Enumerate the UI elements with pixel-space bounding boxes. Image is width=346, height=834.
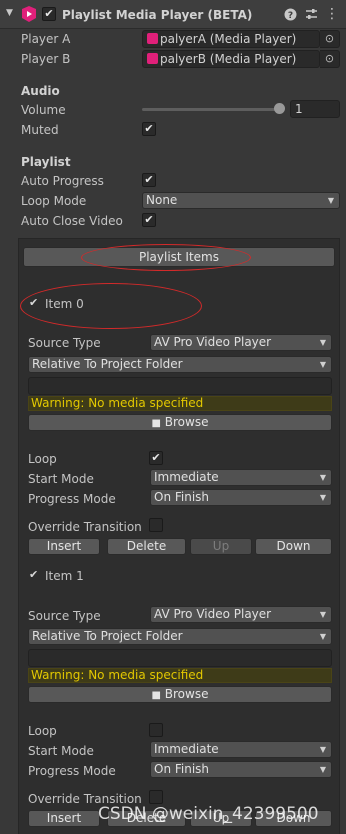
object-picker-icon[interactable]: ⊙ [320,50,340,68]
loop-mode-value: None [146,193,178,207]
item-0-browse-button[interactable]: ■ Browse [28,414,332,431]
chevron-down-icon: ▼ [319,610,326,619]
item-1-insert-button[interactable]: Insert [28,810,100,827]
item-0-path-mode-dropdown[interactable]: Relative To Project Folder ▼ [28,356,332,373]
item-0-progress-mode-value: On Finish [154,490,210,504]
chevron-down-icon: ▼ [319,360,326,369]
item-0-source-type-value: AV Pro Video Player [154,335,272,349]
folder-icon: ■ [151,690,161,701]
foldout-arrow-icon[interactable]: ▼ [6,8,13,18]
chevron-down-icon: ▼ [319,473,326,482]
item-0-path-input[interactable] [28,377,332,395]
help-icon[interactable]: ? [284,8,297,21]
item-1-name: Item 1 [45,569,84,583]
item-0-loop-label: Loop [28,452,57,466]
annotation-oval-item-0 [20,283,202,329]
item-1-progress-mode-dropdown[interactable]: On Finish ▼ [150,761,332,778]
volume-slider-handle[interactable] [274,103,285,114]
volume-label: Volume [21,103,66,117]
item-0-down-button[interactable]: Down [255,538,332,555]
auto-close-label: Auto Close Video [21,214,123,228]
playlist-header: Playlist [21,155,71,169]
item-1-source-type-value: AV Pro Video Player [154,607,272,621]
item-0-delete-button[interactable]: Delete [107,538,186,555]
svg-text:?: ? [288,11,293,21]
chevron-down-icon: ▼ [319,493,326,502]
component-title: Playlist Media Player (BETA) [62,8,253,22]
audio-header: Audio [21,84,60,98]
item-1-source-type-dropdown[interactable]: AV Pro Video Player ▼ [150,606,332,623]
media-player-icon [147,53,158,64]
item-0-start-mode-dropdown[interactable]: Immediate ▼ [150,469,332,486]
component-enabled-checkbox[interactable]: ✔ [42,7,56,21]
chevron-down-icon: ▼ [327,196,334,205]
kebab-menu-icon[interactable]: ⋮ [325,5,339,23]
folder-icon: ■ [151,418,161,429]
item-1-path-input[interactable] [28,649,332,667]
item-0-progress-mode-label: Progress Mode [28,492,116,506]
chevron-down-icon: ▼ [319,338,326,347]
media-player-icon [22,6,36,22]
volume-slider-track[interactable] [142,108,282,111]
player-a-field[interactable]: palyerA (Media Player) [142,30,320,48]
item-0-warning: Warning: No media specified [28,396,332,411]
item-1-path-mode-value: Relative To Project Folder [32,629,183,643]
item-0-browse-label: Browse [164,415,209,429]
item-1-checkmark-icon[interactable]: ✔ [29,568,38,581]
item-1-progress-mode-label: Progress Mode [28,764,116,778]
auto-close-checkbox[interactable]: ✔ [142,213,156,227]
item-1-progress-mode-value: On Finish [154,762,210,776]
player-b-label: Player B [21,52,71,66]
item-1-browse-label: Browse [164,687,209,701]
item-1-loop-checkbox[interactable] [149,723,163,737]
loop-mode-dropdown[interactable]: None ▼ [142,192,340,209]
item-0-start-mode-value: Immediate [154,470,219,484]
item-0-progress-mode-dropdown[interactable]: On Finish ▼ [150,489,332,506]
item-0-loop-checkbox[interactable]: ✔ [149,451,163,465]
item-0-path-mode-value: Relative To Project Folder [32,357,183,371]
item-0-insert-button[interactable]: Insert [28,538,100,555]
item-1-source-type-label: Source Type [28,609,101,623]
auto-progress-checkbox[interactable]: ✔ [142,173,156,187]
object-picker-icon[interactable]: ⊙ [320,30,340,48]
annotation-oval-playlist-items [81,244,251,271]
item-1-start-mode-dropdown[interactable]: Immediate ▼ [150,741,332,758]
item-0-source-type-label: Source Type [28,336,101,350]
preset-icon[interactable] [305,8,318,21]
watermark: CSDN @weixin_42399500 [98,804,319,824]
item-0-override-label: Override Transition [28,520,142,534]
item-1-loop-label: Loop [28,724,57,738]
media-player-icon [147,33,158,44]
volume-value-field[interactable]: 1 [290,100,340,118]
chevron-down-icon: ▼ [319,765,326,774]
player-a-value: palyerA (Media Player) [160,32,297,46]
item-1-override-checkbox[interactable] [149,790,163,804]
item-0-override-checkbox[interactable] [149,518,163,532]
item-0-start-mode-label: Start Mode [28,472,94,486]
player-b-value: palyerB (Media Player) [160,52,297,66]
chevron-down-icon: ▼ [319,745,326,754]
item-1-start-mode-value: Immediate [154,742,219,756]
player-a-label: Player A [21,32,71,46]
muted-checkbox[interactable]: ✔ [142,122,156,136]
item-1-warning: Warning: No media specified [28,668,332,683]
muted-label: Muted [21,123,59,137]
chevron-down-icon: ▼ [319,632,326,641]
item-1-start-mode-label: Start Mode [28,744,94,758]
player-b-field[interactable]: palyerB (Media Player) [142,50,320,68]
item-1-browse-button[interactable]: ■ Browse [28,686,332,703]
item-0-source-type-dropdown[interactable]: AV Pro Video Player ▼ [150,334,332,351]
loop-mode-label: Loop Mode [21,194,87,208]
item-0-up-button[interactable]: Up [190,538,252,555]
item-1-path-mode-dropdown[interactable]: Relative To Project Folder ▼ [28,628,332,645]
auto-progress-label: Auto Progress [21,174,104,188]
